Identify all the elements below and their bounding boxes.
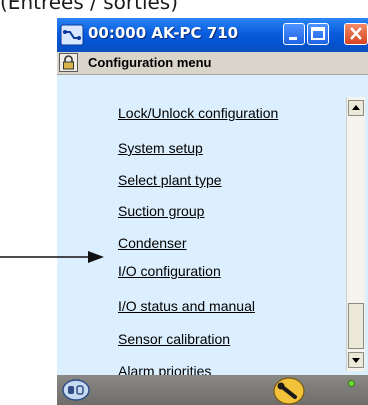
- menu-item-sensor-calibration[interactable]: Sensor calibration: [118, 331, 230, 347]
- status-led-icon: [348, 380, 355, 387]
- menu-item-suction-group[interactable]: Suction group: [118, 203, 204, 219]
- menu-item-system-setup[interactable]: System setup: [118, 140, 203, 156]
- maximize-button[interactable]: [307, 23, 329, 45]
- page-caption: (Entrées / sorties): [0, 0, 179, 14]
- maximize-icon: [311, 27, 325, 40]
- pointer-arrow-icon: [0, 251, 104, 263]
- menu-title: Configuration menu: [88, 55, 212, 70]
- menu-list: Lock/Unlock configuration System setup S…: [57, 75, 347, 379]
- wrench-icon[interactable]: [273, 377, 305, 405]
- arrow-down-icon: [352, 358, 360, 363]
- arrow-up-icon: [352, 105, 360, 110]
- close-button[interactable]: [344, 23, 368, 45]
- minimize-icon: [289, 37, 297, 40]
- scroll-thumb[interactable]: [348, 303, 364, 349]
- menu-item-io-configuration[interactable]: I/O configuration: [118, 263, 221, 279]
- menu-header: Configuration menu: [57, 52, 368, 75]
- close-icon: [350, 27, 362, 40]
- network-icon[interactable]: [60, 23, 84, 47]
- menu-item-condenser[interactable]: Condenser: [118, 235, 187, 251]
- lock-icon: [63, 55, 74, 70]
- vertical-scrollbar[interactable]: [346, 97, 365, 371]
- minimize-button[interactable]: [283, 23, 305, 45]
- controller-icon[interactable]: [61, 378, 91, 402]
- scroll-down-button[interactable]: [348, 352, 364, 368]
- menu-item-io-status-manual[interactable]: I/O status and manual: [118, 298, 255, 314]
- status-bar: [57, 375, 368, 405]
- window-title: 00:000 AK-PC 710: [88, 24, 239, 42]
- lock-button[interactable]: [59, 53, 78, 72]
- title-bar[interactable]: 00:000 AK-PC 710: [57, 18, 368, 52]
- scroll-up-button[interactable]: [348, 100, 364, 116]
- menu-item-select-plant-type[interactable]: Select plant type: [118, 172, 222, 188]
- app-window: 00:000 AK-PC 710 Configuration menu Lock…: [57, 18, 368, 405]
- menu-item-lock-unlock[interactable]: Lock/Unlock configuration: [118, 105, 278, 121]
